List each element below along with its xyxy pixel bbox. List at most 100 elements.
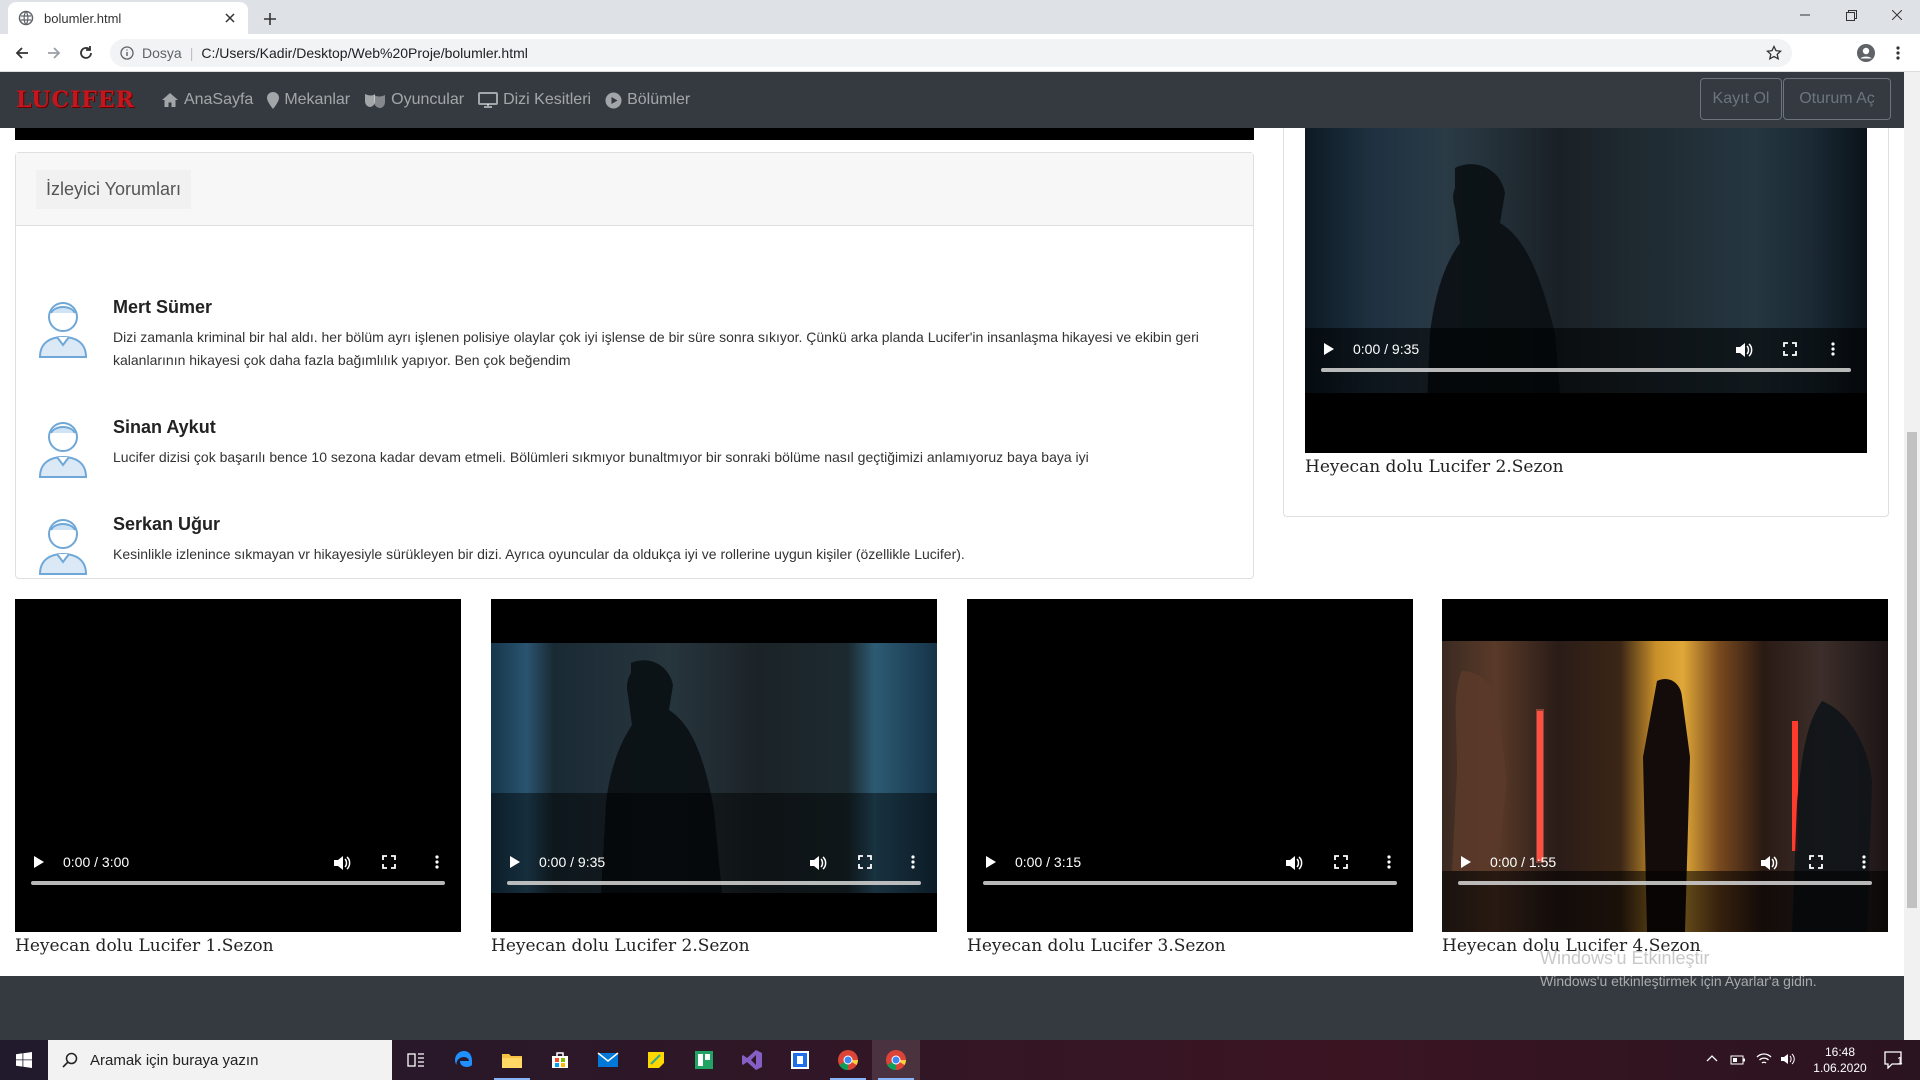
video-progress-bar[interactable] [1321,368,1851,372]
comment-author: Sinan Aykut [113,417,216,437]
video-player[interactable]: 0:00 / 1:55 [1442,599,1888,932]
nav-actors[interactable]: Oyuncular [364,91,464,109]
video-progress-bar[interactable] [1458,881,1872,885]
speaker-icon[interactable] [1780,1052,1796,1071]
bookmark-star-icon[interactable] [1766,45,1782,61]
volume-icon[interactable] [809,855,827,871]
video-player[interactable]: 0:00 / 3:00 [15,599,461,932]
reload-button[interactable] [72,39,100,67]
sticky-notes-icon[interactable] [632,1040,680,1080]
close-window-button[interactable] [1874,0,1920,30]
watermark-subtitle: Windows'u etkinleştirmek için Ayarlar'a … [1540,973,1817,989]
nav-home[interactable]: AnaSayfa [161,91,253,109]
play-icon[interactable] [1323,342,1335,356]
comment-text: Kesinlikle izlenince sıkmayan vr hikayes… [113,546,965,562]
page-scrollbar[interactable] [1904,72,1920,1040]
address-bar[interactable]: Dosya | C:/Users/Kadir/Desktop/Web%20Pro… [110,39,1792,67]
scheme-label: Dosya [142,45,182,61]
video-time: 0:00 / 9:35 [539,854,606,870]
tab-strip: bolumler.html [0,0,1920,34]
video-bottom-edge [15,128,1254,140]
app-blue-icon[interactable] [776,1040,824,1080]
divider: | [189,45,194,61]
video-time: 0:00 / 9:35 [1353,341,1420,357]
user-avatar-icon [36,297,90,359]
more-options-icon[interactable] [1831,342,1835,356]
browser-tab[interactable]: bolumler.html [8,2,248,34]
scrollbar-thumb[interactable] [1907,432,1917,908]
play-icon[interactable] [33,855,45,869]
profile-avatar-icon[interactable] [1852,39,1880,67]
volume-icon[interactable] [333,855,351,871]
video-player[interactable]: 0:00 / 9:35 [491,599,937,932]
notification-center-icon[interactable]: 1 [1874,1040,1914,1080]
video-progress-bar[interactable] [507,881,921,885]
info-icon[interactable] [120,46,134,60]
close-tab-icon[interactable] [222,10,238,26]
volume-icon[interactable] [1735,342,1753,358]
chrome-icon[interactable] [824,1040,872,1080]
menu-dots-icon[interactable] [1884,39,1912,67]
restore-button[interactable] [1828,0,1874,30]
nav-places[interactable]: Mekanlar [267,91,350,109]
edge-icon[interactable] [440,1040,488,1080]
video-player[interactable]: 0:00 / 9:35 [1305,128,1867,453]
signup-button[interactable]: Kayıt Ol [1700,78,1782,120]
taskbar-search-box[interactable]: Aramak için buraya yazın [48,1040,392,1080]
video-player[interactable]: 0:00 / 3:15 [967,599,1413,932]
chrome-icon[interactable] [872,1040,920,1080]
forward-button[interactable] [40,39,68,67]
taskbar-clock[interactable]: 16:48 1.06.2020 [1808,1044,1872,1076]
user-avatar-icon [36,417,90,479]
play-icon[interactable] [1460,855,1472,869]
video-progress-bar[interactable] [983,881,1397,885]
notification-count: 1 [1897,1056,1903,1067]
task-view-icon[interactable] [392,1040,440,1080]
video-caption: Heyecan dolu Lucifer 2.Sezon [491,936,750,956]
video-frame [1305,128,1867,453]
comments-header: İzleyici Yorumları [16,153,1253,226]
nav-label: Mekanlar [284,91,351,108]
fullscreen-icon[interactable] [1334,855,1348,869]
fullscreen-icon[interactable] [1783,342,1797,356]
new-tab-button[interactable] [258,7,282,31]
nav-episodes[interactable]: Bölümler [605,91,690,109]
battery-icon[interactable] [1730,1053,1746,1071]
play-icon[interactable] [985,855,997,869]
minimize-button[interactable] [1782,0,1828,30]
more-options-icon[interactable] [435,855,439,869]
app-green-icon[interactable] [680,1040,728,1080]
comment-author: Serkan Uğur [113,514,221,534]
volume-icon[interactable] [1285,855,1303,871]
more-options-icon[interactable] [911,855,915,869]
video-controls: 0:00 / 3:15 [967,839,1413,899]
video-time: 0:00 / 1:55 [1490,854,1557,870]
start-button[interactable] [0,1040,48,1080]
video-controls: 0:00 / 3:00 [15,839,461,899]
wifi-icon[interactable] [1756,1052,1772,1071]
login-button[interactable]: Oturum Aç [1783,78,1891,120]
more-options-icon[interactable] [1862,855,1866,869]
fullscreen-icon[interactable] [858,855,872,869]
video-controls: 0:00 / 1:55 [1442,839,1888,899]
site-navbar: LUCIFER AnaSayfa Mekanlar Oyuncular Dizi… [0,72,1904,128]
volume-icon[interactable] [1760,855,1778,871]
fullscreen-icon[interactable] [1809,855,1823,869]
play-icon[interactable] [509,855,521,869]
mail-icon[interactable] [584,1040,632,1080]
nav-label: Dizi Kesitleri [503,91,592,108]
video-progress-bar[interactable] [31,881,445,885]
nav-clips[interactable]: Dizi Kesitleri [478,91,591,109]
url-text[interactable]: C:/Users/Kadir/Desktop/Web%20Proje/bolum… [201,45,528,61]
visual-studio-icon[interactable] [728,1040,776,1080]
back-button[interactable] [8,39,36,67]
brand-logo[interactable]: LUCIFER [16,87,135,113]
chevron-up-icon[interactable] [1706,1052,1718,1070]
fullscreen-icon[interactable] [382,855,396,869]
file-explorer-icon[interactable] [488,1040,536,1080]
store-icon[interactable] [536,1040,584,1080]
comment-author: Mert Sümer [113,297,213,317]
more-options-icon[interactable] [1387,855,1391,869]
comment-text: Dizi zamanla kriminal bir hal aldı. her … [113,329,1199,368]
comments-card: İzleyici Yorumları Mert Sümer Dizi zaman… [15,152,1254,579]
